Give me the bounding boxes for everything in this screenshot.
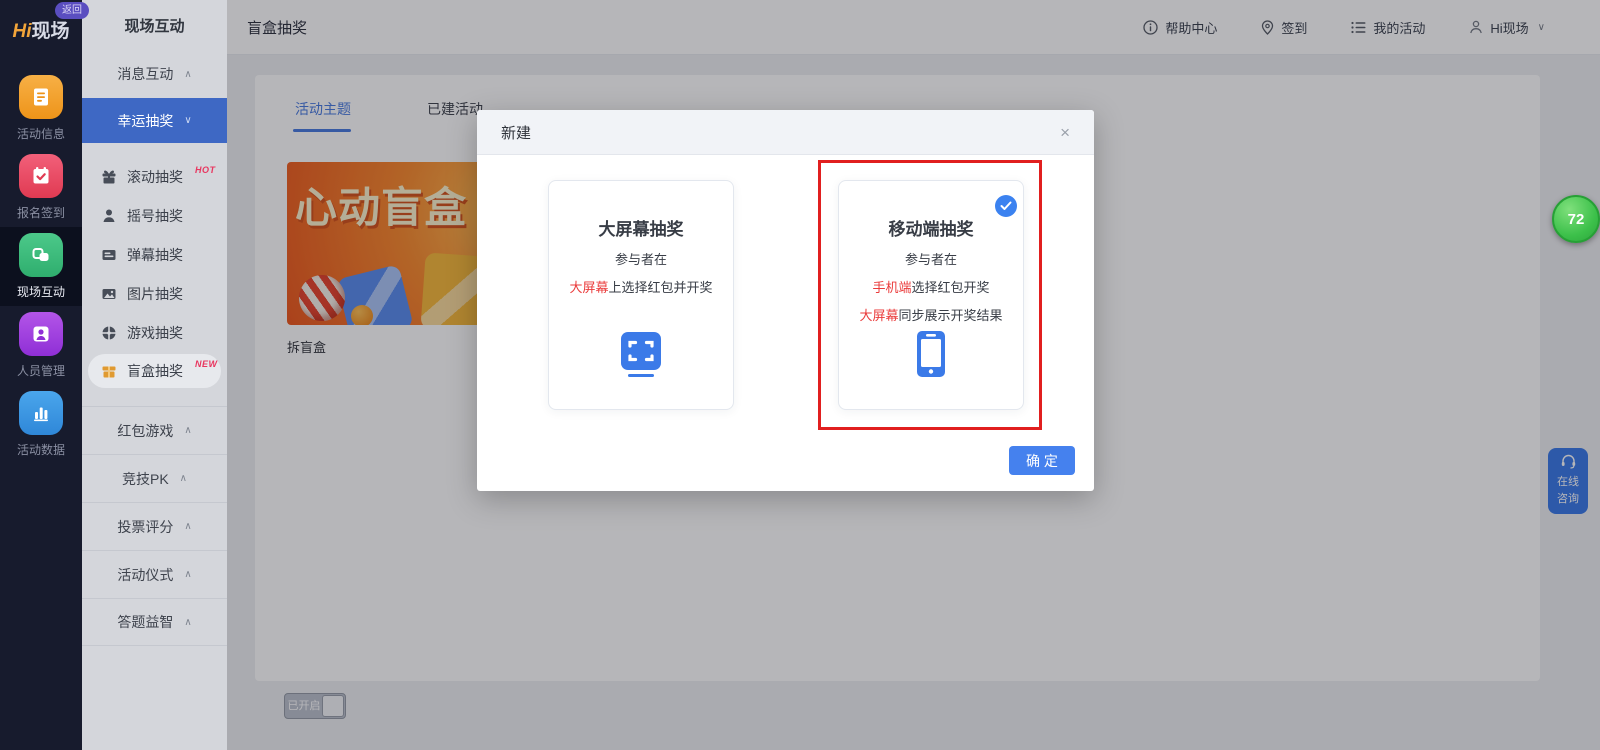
primary-nav: 活动信息 报名签到 现场互动 人员管理 活动数据	[0, 69, 82, 464]
close-icon[interactable]: ×	[1060, 124, 1070, 141]
primary-sidebar: Hi现场 活动信息 报名签到 现场互动 人员管理 活动数据	[0, 0, 82, 750]
highlight-text: 手机端	[872, 280, 912, 295]
sidebar-item-label: 活动数据	[16, 443, 65, 457]
option-mobile-draw[interactable]: 移动端抽奖 参与者在 手机端选择红包开奖 大屏幕同步展示开奖结果	[838, 180, 1024, 410]
new-activity-modal: 新建 × 大屏幕抽奖 参与者在 大屏幕上选择红包并开奖 移动端抽奖 参与者在 手…	[477, 110, 1094, 491]
sidebar-item-activity-info[interactable]: 活动信息	[0, 69, 82, 148]
menu-group-lucky-draw[interactable]: 幸运抽奖 ∨	[82, 98, 227, 143]
submenu-item-label: 图片抽奖	[127, 285, 183, 302]
sidebar-item-personnel[interactable]: 人员管理	[0, 306, 82, 385]
modal-title: 新建	[501, 124, 532, 142]
menu-group-red-packet[interactable]: 红包游戏 ∧	[82, 406, 227, 454]
menu-title: 现场互动	[124, 18, 185, 35]
floating-count-badge[interactable]: 72	[1552, 195, 1600, 243]
menu-group-label: 竞技PK	[121, 470, 169, 487]
menu-group-label: 幸运抽奖	[117, 112, 174, 129]
bar-chart-icon	[19, 391, 63, 435]
secondary-sidebar: 现场互动 消息互动 ∧ 幸运抽奖 ∨ 滚动抽奖 HOT 摇号抽奖 弹幕抽奖 图片…	[82, 0, 227, 750]
back-button[interactable]: 返回	[55, 2, 89, 19]
hot-tag: HOT	[195, 164, 216, 175]
document-icon	[19, 75, 63, 119]
option-big-screen-draw[interactable]: 大屏幕抽奖 参与者在 大屏幕上选择红包并开奖	[548, 180, 734, 410]
submenu-item-label: 滚动抽奖	[127, 168, 183, 185]
submenu-item-rolling-draw[interactable]: 滚动抽奖 HOT	[82, 157, 227, 196]
sidebar-item-signup-checkin[interactable]: 报名签到	[0, 148, 82, 227]
chevron-up-icon: ∧	[184, 569, 192, 580]
menu-group-label: 红包游戏	[117, 422, 174, 439]
game-wheel-icon	[100, 325, 117, 341]
chevron-up-icon: ∧	[184, 68, 192, 80]
option-desc-line1: 参与者在	[904, 252, 957, 267]
highlight-text: 大屏幕	[859, 308, 899, 323]
option-desc-line2: 大屏幕上选择红包并开奖	[549, 277, 733, 296]
sidebar-item-activity-data[interactable]: 活动数据	[0, 385, 82, 464]
plain-text: 上选择红包并开奖	[608, 280, 713, 295]
selected-check-icon	[995, 195, 1017, 217]
menu-group-message-interaction[interactable]: 消息互动 ∧	[82, 50, 227, 98]
gift-icon	[100, 169, 117, 185]
mobile-phone-icon	[915, 330, 947, 383]
menu-collapsed-groups: 红包游戏 ∧ 竞技PK ∧ 投票评分 ∧ 活动仪式 ∧ 答题益智 ∧	[82, 406, 227, 646]
menu-group-vote[interactable]: 投票评分 ∧	[82, 502, 227, 550]
blind-box-icon	[100, 363, 117, 379]
logo-rest-text: 现场	[31, 21, 70, 42]
lucky-draw-submenu: 滚动抽奖 HOT 摇号抽奖 弹幕抽奖 图片抽奖 游戏抽奖 盲盒抽奖 NEW	[82, 143, 227, 406]
submenu-item-label: 游戏抽奖	[127, 324, 183, 341]
option-title: 移动端抽奖	[888, 220, 974, 239]
plain-text: 同步展示开奖结果	[898, 308, 1003, 323]
sidebar-item-label: 报名签到	[16, 206, 65, 220]
menu-group-quiz[interactable]: 答题益智 ∧	[82, 598, 227, 646]
sidebar-item-live-interaction[interactable]: 现场互动	[0, 227, 82, 306]
highlight-text: 大屏幕	[569, 280, 609, 295]
menu-group-label: 答题益智	[117, 614, 174, 630]
chevron-up-icon: ∧	[184, 425, 192, 436]
chevron-up-icon: ∧	[179, 473, 187, 484]
submenu-item-label: 盲盒抽奖	[127, 363, 183, 379]
submenu-item-blind-box-draw[interactable]: 盲盒抽奖 NEW	[88, 354, 221, 388]
submenu-item-label: 摇号抽奖	[127, 207, 183, 224]
new-tag: NEW	[195, 359, 218, 369]
chevron-up-icon: ∧	[184, 616, 192, 628]
option-title: 大屏幕抽奖	[598, 220, 684, 239]
menu-group-ceremony[interactable]: 活动仪式 ∧	[82, 550, 227, 598]
menu-group-label: 投票评分	[117, 518, 174, 535]
person-icon	[100, 208, 117, 224]
sidebar-item-label: 活动信息	[16, 127, 65, 141]
menu-group-label: 消息互动	[117, 66, 174, 82]
submenu-item-photo-draw[interactable]: 图片抽奖	[82, 274, 227, 313]
logo-hi-text: Hi	[12, 21, 32, 42]
plain-text: 选择红包开奖	[911, 280, 990, 295]
option-desc-line1: 参与者在	[614, 252, 667, 267]
submenu-item-game-draw[interactable]: 游戏抽奖	[82, 313, 227, 352]
sidebar-item-label: 人员管理	[16, 364, 65, 378]
app-logo: Hi现场	[0, 16, 82, 43]
confirm-button[interactable]: 确 定	[1009, 446, 1075, 475]
option-desc-line2: 手机端选择红包开奖	[839, 277, 1023, 296]
danmaku-icon	[100, 247, 117, 263]
submenu-item-label: 弹幕抽奖	[127, 246, 183, 263]
submenu-item-number-draw[interactable]: 摇号抽奖	[82, 196, 227, 235]
calendar-check-icon	[19, 154, 63, 198]
interaction-icon	[19, 233, 63, 277]
chevron-up-icon: ∧	[184, 521, 192, 532]
menu-group-pk[interactable]: 竞技PK ∧	[82, 454, 227, 502]
person-badge-icon	[19, 312, 63, 356]
modal-header: 新建 ×	[477, 110, 1094, 155]
submenu-item-danmaku-draw[interactable]: 弹幕抽奖	[82, 235, 227, 274]
menu-group-label: 活动仪式	[117, 566, 174, 583]
sidebar-item-label: 现场互动	[16, 285, 65, 299]
option-desc-line3: 大屏幕同步展示开奖结果	[839, 305, 1023, 324]
chevron-down-icon: ∨	[184, 115, 192, 126]
image-icon	[100, 286, 117, 302]
big-screen-icon	[620, 332, 662, 383]
